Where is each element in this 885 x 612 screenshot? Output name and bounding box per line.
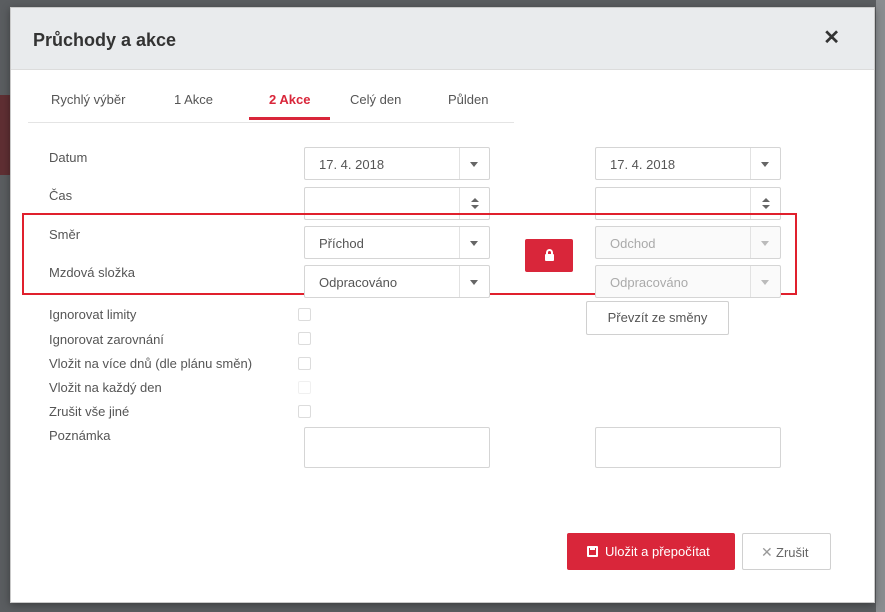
chevron-down-icon bbox=[750, 266, 780, 297]
label-cas: Čas bbox=[49, 188, 73, 203]
label-smer: Směr bbox=[49, 227, 81, 242]
chevron-down-icon[interactable] bbox=[459, 148, 489, 179]
lock-icon-body bbox=[545, 254, 554, 261]
tab-bar: Rychlý výběr 1 Akce 2 Akce Celý den Půld… bbox=[28, 87, 514, 123]
label-ignorovat-limity: Ignorovat limity bbox=[49, 307, 137, 322]
smer-select-right: Odchod bbox=[595, 226, 781, 259]
chevron-down-icon[interactable] bbox=[459, 266, 489, 297]
zrusit-vse-jine-checkbox[interactable] bbox=[298, 405, 311, 418]
vlozit-vice-dnu-checkbox[interactable] bbox=[298, 357, 311, 370]
poznamka-input-right[interactable] bbox=[595, 427, 781, 468]
chevron-down-icon bbox=[750, 227, 780, 258]
datum-value-left: 17. 4. 2018 bbox=[319, 157, 385, 172]
chevron-down-icon[interactable] bbox=[750, 148, 780, 179]
smer-value-right: Odchod bbox=[610, 236, 656, 251]
label-poznamka: Poznámka bbox=[49, 428, 111, 443]
label-mzdova-slozka: Mzdová složka bbox=[49, 265, 135, 280]
prevzit-ze-smeny-button[interactable]: Převzít ze směny bbox=[586, 301, 729, 335]
datum-select-right[interactable]: 17. 4. 2018 bbox=[595, 147, 781, 180]
x-icon: ✕ bbox=[761, 544, 773, 560]
ignorovat-zarovnani-checkbox[interactable] bbox=[298, 332, 311, 345]
modal-title: Průchody a akce bbox=[33, 30, 177, 50]
chevron-down-icon[interactable] bbox=[459, 227, 489, 258]
poznamka-input-left[interactable] bbox=[304, 427, 490, 468]
smer-value-left: Příchod bbox=[319, 236, 364, 251]
save-icon bbox=[587, 546, 598, 557]
cancel-button[interactable]: ✕ Zrušit bbox=[742, 533, 831, 570]
label-vlozit-vice-dnu: Vložit na více dnů (dle plánu směn) bbox=[49, 356, 253, 371]
tab-2-akce[interactable]: 2 Akce bbox=[249, 92, 331, 120]
label-ignorovat-zarovnani: Ignorovat zarovnání bbox=[49, 332, 164, 347]
ignorovat-limity-checkbox[interactable] bbox=[298, 308, 311, 321]
save-button-label: Uložit a přepočítat bbox=[605, 544, 710, 559]
tab-pulden[interactable]: Půlden bbox=[448, 92, 488, 120]
save-button[interactable]: Uložit a přepočítat bbox=[567, 533, 735, 570]
label-datum: Datum bbox=[49, 150, 88, 165]
tab-cely-den[interactable]: Celý den bbox=[350, 92, 401, 120]
smer-select-left[interactable]: Příchod bbox=[304, 226, 490, 259]
mzdova-slozka-select-right: Odpracováno bbox=[595, 265, 781, 298]
mzdova-slozka-value-right: Odpracováno bbox=[610, 275, 689, 290]
background-page bbox=[876, 0, 885, 612]
mzdova-slozka-value-left: Odpracováno bbox=[319, 275, 398, 290]
vlozit-kazdy-den-checkbox[interactable] bbox=[298, 381, 311, 394]
datum-value-right: 17. 4. 2018 bbox=[610, 157, 676, 172]
datum-select-left[interactable]: 17. 4. 2018 bbox=[304, 147, 490, 180]
cancel-button-label: Zrušit bbox=[776, 545, 809, 560]
tab-1-akce[interactable]: 1 Akce bbox=[174, 92, 213, 120]
lock-button[interactable] bbox=[525, 239, 573, 272]
tab-rychly-vyber[interactable]: Rychlý výběr bbox=[51, 92, 125, 120]
close-icon[interactable]: ✕ bbox=[823, 28, 840, 48]
background-page-accent bbox=[0, 95, 10, 175]
modal-header: Průchody a akce ✕ bbox=[11, 8, 874, 70]
label-vlozit-kazdy-den: Vložit na každý den bbox=[49, 380, 162, 395]
label-zrusit-vse-jine: Zrušit vše jiné bbox=[49, 404, 130, 419]
mzdova-slozka-select-left[interactable]: Odpracováno bbox=[304, 265, 490, 298]
